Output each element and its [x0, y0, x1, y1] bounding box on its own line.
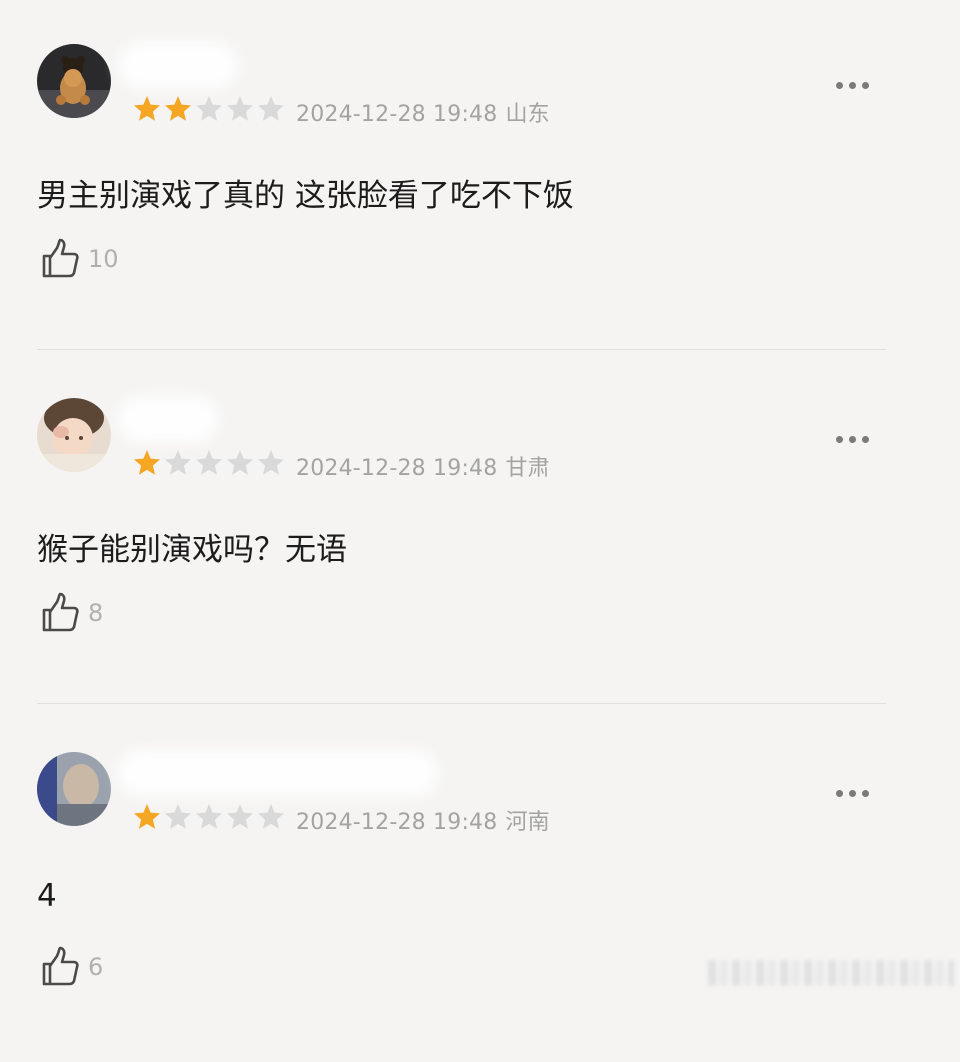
star-icon [196, 804, 222, 829]
username-blurred[interactable] [118, 750, 438, 796]
star-icon [165, 804, 191, 829]
more-dots-icon[interactable] [836, 76, 876, 94]
star-icon [258, 450, 284, 475]
star-icon [227, 96, 253, 121]
watermark [708, 960, 954, 986]
review-location: 山东 [505, 102, 550, 127]
avatar[interactable] [37, 752, 111, 826]
star-icon [258, 804, 284, 829]
rating-stars [132, 802, 286, 832]
review-content: 男主别演戏了真的 这张脸看了吃不下饭 [37, 178, 574, 214]
thumbs-up-icon [38, 944, 82, 988]
thumbs-up-icon [38, 590, 82, 634]
review-meta: 2024-12-28 19:48 甘肃 [296, 450, 550, 482]
review-datetime: 2024-12-28 19:48 [296, 810, 498, 835]
like-button[interactable]: 8 [38, 590, 103, 634]
avatar[interactable] [37, 398, 111, 472]
username-blurred[interactable] [118, 42, 238, 88]
review-card: 2024-12-28 19:48 甘肃 猴子能别演戏吗？无语 8 [0, 354, 960, 708]
review-content: 4 [37, 878, 57, 914]
star-icon [227, 804, 253, 829]
like-count: 8 [88, 599, 104, 627]
like-count: 10 [88, 245, 119, 273]
star-icon [196, 450, 222, 475]
star-icon [258, 96, 284, 121]
review-card: 2024-12-28 19:48 山东 男主别演戏了真的 这张脸看了吃不下饭 10 [0, 0, 960, 354]
like-count: 6 [88, 953, 104, 981]
more-dots-icon[interactable] [836, 784, 876, 802]
rating-stars [132, 94, 286, 124]
review-location: 甘肃 [505, 456, 550, 481]
thumbs-up-icon [38, 236, 82, 280]
star-icon [165, 96, 191, 121]
star-icon [134, 804, 160, 829]
review-card: 2024-12-28 19:48 河南 4 6 [0, 708, 960, 1062]
star-icon [227, 450, 253, 475]
review-datetime: 2024-12-28 19:48 [296, 102, 498, 127]
avatar[interactable] [37, 44, 111, 118]
review-content: 猴子能别演戏吗？无语 [37, 532, 347, 568]
divider [37, 703, 886, 704]
review-meta: 2024-12-28 19:48 河南 [296, 804, 550, 836]
more-dots-icon[interactable] [836, 430, 876, 448]
divider [37, 349, 886, 350]
rating-stars [132, 448, 286, 478]
username-blurred[interactable] [118, 396, 218, 442]
review-meta: 2024-12-28 19:48 山东 [296, 96, 550, 128]
star-icon [165, 450, 191, 475]
star-icon [134, 450, 160, 475]
review-location: 河南 [505, 810, 550, 835]
review-datetime: 2024-12-28 19:48 [296, 456, 498, 481]
star-icon [134, 96, 160, 121]
star-icon [196, 96, 222, 121]
like-button[interactable]: 10 [38, 236, 119, 280]
like-button[interactable]: 6 [38, 944, 103, 988]
